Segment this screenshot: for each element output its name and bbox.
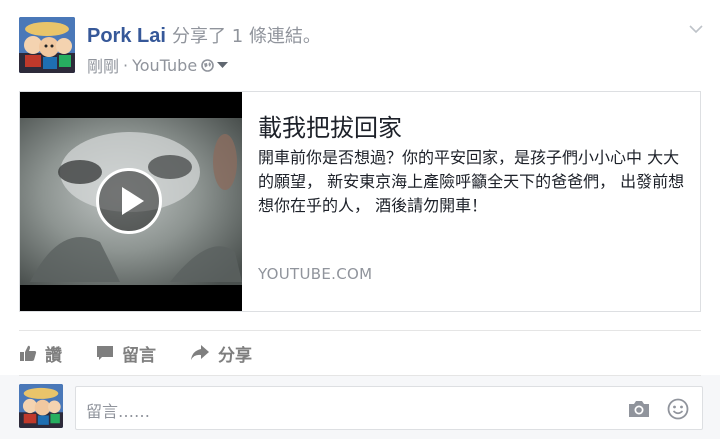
audience-globe-icon[interactable] (201, 58, 229, 72)
link-description: 開車前你是否想過？你的平安回家，是孩子們小小心中 大大的願望， 新安東京海上產險… (258, 148, 685, 215)
author-avatar[interactable] (19, 17, 75, 73)
share-button[interactable]: 分享 (190, 341, 252, 366)
feed-post: Pork Lai 分享了 1 條連結。 剛剛 · YouTube 載我把拔回家 … (0, 0, 720, 439)
link-preview-card[interactable]: 載我把拔回家 開車前你是否想過？你的平安回家，是孩子們小小心中 大大的願望， 新… (19, 91, 701, 312)
comment-input-box[interactable]: 留言…… (75, 386, 703, 430)
comment-input[interactable]: 留言…… (86, 398, 150, 422)
camera-icon[interactable] (628, 400, 650, 418)
link-title[interactable]: 載我把拔回家 (258, 108, 402, 143)
chevron-down-icon[interactable] (688, 22, 704, 36)
share-action-text: 分享了 1 條連結。 (171, 26, 321, 47)
play-icon[interactable] (96, 168, 162, 234)
post-meta: 剛剛 · YouTube (87, 53, 229, 77)
comment-label: 留言 (122, 345, 156, 366)
comment-button[interactable]: 留言 (96, 341, 156, 366)
post-header: Pork Lai 分享了 1 條連結。 (87, 22, 321, 48)
video-thumbnail[interactable] (20, 92, 242, 311)
source-link[interactable]: YouTube (132, 56, 197, 75)
author-name[interactable]: Pork Lai (87, 25, 166, 47)
audience-dropdown-icon[interactable] (217, 61, 229, 69)
share-label: 分享 (218, 345, 252, 366)
emoji-icon[interactable] (667, 398, 689, 420)
divider (19, 375, 701, 376)
meta-separator: · (123, 55, 129, 75)
share-arrow-icon (191, 345, 209, 360)
link-domain: YOUTUBE.COM (258, 265, 373, 283)
post-actions: 讚 留言 分享 (19, 340, 286, 366)
like-label: 讚 (45, 345, 62, 366)
timestamp[interactable]: 剛剛 (87, 53, 119, 77)
viewer-avatar[interactable] (19, 384, 63, 428)
thumbs-up-icon (20, 345, 37, 361)
comment-icon (97, 346, 113, 360)
divider (19, 330, 701, 331)
like-button[interactable]: 讚 (19, 341, 62, 366)
